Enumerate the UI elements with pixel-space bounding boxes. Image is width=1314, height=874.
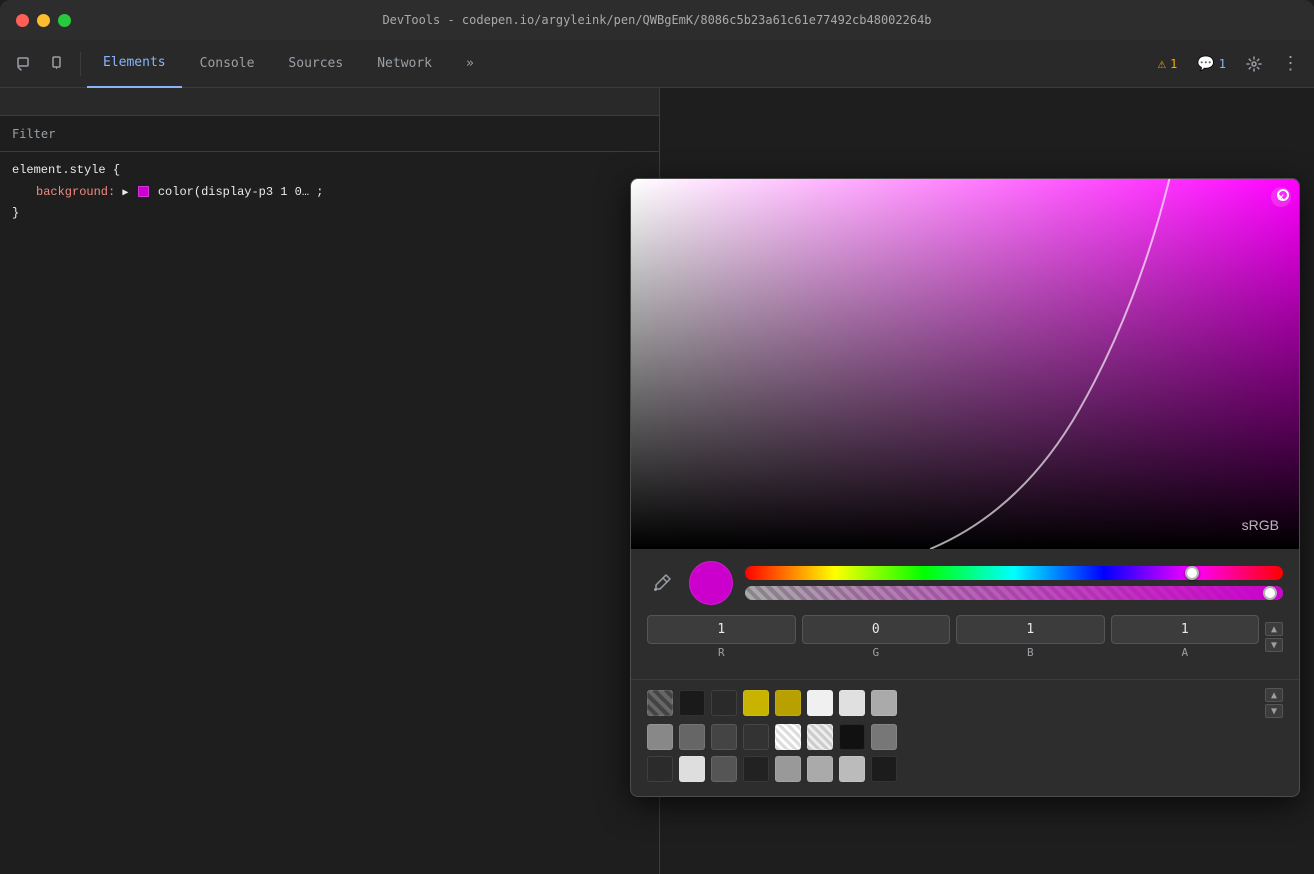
css-property-line: background: ▶ color(display-p3 1 0… ; — [12, 182, 647, 204]
right-panel: × sRGB — [660, 88, 1314, 874]
color-picker-controls: R G B A ▲ ▼ — [631, 549, 1299, 679]
swatch-white1[interactable] — [807, 690, 833, 716]
swatch-yellow2[interactable] — [775, 690, 801, 716]
more-options-button[interactable]: ⋮ — [1274, 48, 1306, 80]
swatch-checker3[interactable] — [807, 724, 833, 750]
color-preview-circle[interactable] — [689, 561, 733, 605]
devtools-toolbar: Elements Console Sources Network » ⚠ 1 💬… — [0, 40, 1314, 88]
swatch-gray6[interactable] — [711, 756, 737, 782]
warnings-badge[interactable]: ⚠ 1 — [1150, 52, 1186, 76]
swatch-black3[interactable] — [839, 724, 865, 750]
hue-slider[interactable] — [745, 566, 1283, 580]
eyedropper-button[interactable] — [647, 568, 677, 598]
inspect-element-button[interactable] — [8, 48, 40, 80]
css-selector-line: element.style { — [12, 160, 647, 182]
toolbar-right: ⚠ 1 💬 1 ⋮ — [1150, 48, 1306, 80]
swatch-light1[interactable] — [679, 756, 705, 782]
g-label: G — [872, 646, 879, 659]
channel-spinners: ▲ ▼ — [1265, 622, 1283, 652]
color-swatch[interactable] — [138, 186, 149, 197]
css-close-brace: } — [12, 203, 647, 225]
channel-decrement-button[interactable]: ▼ — [1265, 638, 1283, 652]
swatch-gray5[interactable] — [871, 724, 897, 750]
swatches-increment[interactable]: ▲ — [1265, 688, 1283, 702]
color-gradient-area[interactable]: sRGB — [631, 179, 1299, 549]
swatch-gray4[interactable] — [711, 724, 737, 750]
a-input[interactable] — [1111, 615, 1260, 644]
window-title: DevTools - codepen.io/argyleink/pen/QWBg… — [382, 13, 931, 27]
tab-sources[interactable]: Sources — [272, 40, 359, 88]
gradient-canvas: sRGB — [631, 179, 1299, 549]
tab-more[interactable]: » — [450, 40, 490, 88]
left-panel: Filter element.style { background: ▶ col… — [0, 88, 660, 874]
rgba-inputs-row: R G B A ▲ ▼ — [647, 615, 1283, 659]
messages-badge[interactable]: 💬 1 — [1189, 52, 1234, 76]
b-input-group: B — [956, 615, 1105, 659]
r-input-group: R — [647, 615, 796, 659]
swatch-gray7[interactable] — [775, 756, 801, 782]
b-input[interactable] — [956, 615, 1105, 644]
styles-panel: element.style { background: ▶ color(disp… — [0, 152, 659, 233]
b-label: B — [1027, 646, 1034, 659]
minimize-traffic-light[interactable] — [37, 14, 50, 27]
swatch-dark3[interactable] — [743, 756, 769, 782]
swatches-section: ▲ ▼ — [631, 679, 1299, 796]
warning-icon: ⚠ — [1158, 56, 1166, 72]
breadcrumb-bar — [0, 88, 659, 116]
swatch-dark4[interactable] — [871, 756, 897, 782]
srgb-label: sRGB — [1242, 517, 1279, 533]
opacity-slider[interactable] — [745, 586, 1283, 600]
a-label: A — [1181, 646, 1188, 659]
hue-slider-thumb[interactable] — [1185, 566, 1199, 580]
swatches-spinner: ▲ ▼ — [1265, 688, 1283, 718]
swatch-dark2[interactable] — [647, 756, 673, 782]
traffic-lights — [16, 14, 71, 27]
device-toolbar-button[interactable] — [42, 48, 74, 80]
swatch-yellow1[interactable] — [743, 690, 769, 716]
window-chrome: DevTools - codepen.io/argyleink/pen/QWBg… — [0, 0, 1314, 40]
swatch-gray3[interactable] — [679, 724, 705, 750]
picker-controls-row — [647, 561, 1283, 605]
gradient-dark-overlay — [631, 179, 1299, 549]
g-input[interactable] — [802, 615, 951, 644]
swatch-gray2[interactable] — [647, 724, 673, 750]
maximize-traffic-light[interactable] — [58, 14, 71, 27]
r-input[interactable] — [647, 615, 796, 644]
swatch-black2[interactable] — [711, 690, 737, 716]
swatch-white2[interactable] — [839, 690, 865, 716]
tab-console[interactable]: Console — [184, 40, 271, 88]
swatch-gray9[interactable] — [839, 756, 865, 782]
opacity-slider-thumb[interactable] — [1263, 586, 1277, 600]
swatch-gray8[interactable] — [807, 756, 833, 782]
swatches-row-1: ▲ ▼ — [647, 688, 1283, 718]
color-picker-popup: × sRGB — [630, 178, 1300, 797]
tab-network[interactable]: Network — [361, 40, 448, 88]
css-triangle-arrow[interactable]: ▶ — [122, 188, 128, 199]
color-picker-close-button[interactable]: × — [1271, 187, 1291, 207]
tab-elements[interactable]: Elements — [87, 40, 182, 88]
filter-label: Filter — [12, 127, 55, 141]
swatch-gray1[interactable] — [871, 690, 897, 716]
swatches-decrement[interactable]: ▼ — [1265, 704, 1283, 718]
swatches-row-2 — [647, 724, 1283, 750]
r-label: R — [718, 646, 725, 659]
filter-bar: Filter — [0, 116, 659, 152]
opacity-color-overlay — [745, 586, 1283, 600]
swatch-dark1[interactable] — [743, 724, 769, 750]
chat-icon: 💬 — [1197, 56, 1214, 72]
a-input-group: A — [1111, 615, 1260, 659]
channel-increment-button[interactable]: ▲ — [1265, 622, 1283, 636]
swatch-black1[interactable] — [679, 690, 705, 716]
toolbar-separator — [80, 52, 81, 76]
swatches-row-3 — [647, 756, 1283, 782]
close-traffic-light[interactable] — [16, 14, 29, 27]
swatch-checkerboard[interactable] — [647, 690, 673, 716]
hue-opacity-sliders — [745, 566, 1283, 600]
main-area: Filter element.style { background: ▶ col… — [0, 88, 1314, 874]
g-input-group: G — [802, 615, 951, 659]
swatch-checker2[interactable] — [775, 724, 801, 750]
settings-button[interactable] — [1238, 48, 1270, 80]
